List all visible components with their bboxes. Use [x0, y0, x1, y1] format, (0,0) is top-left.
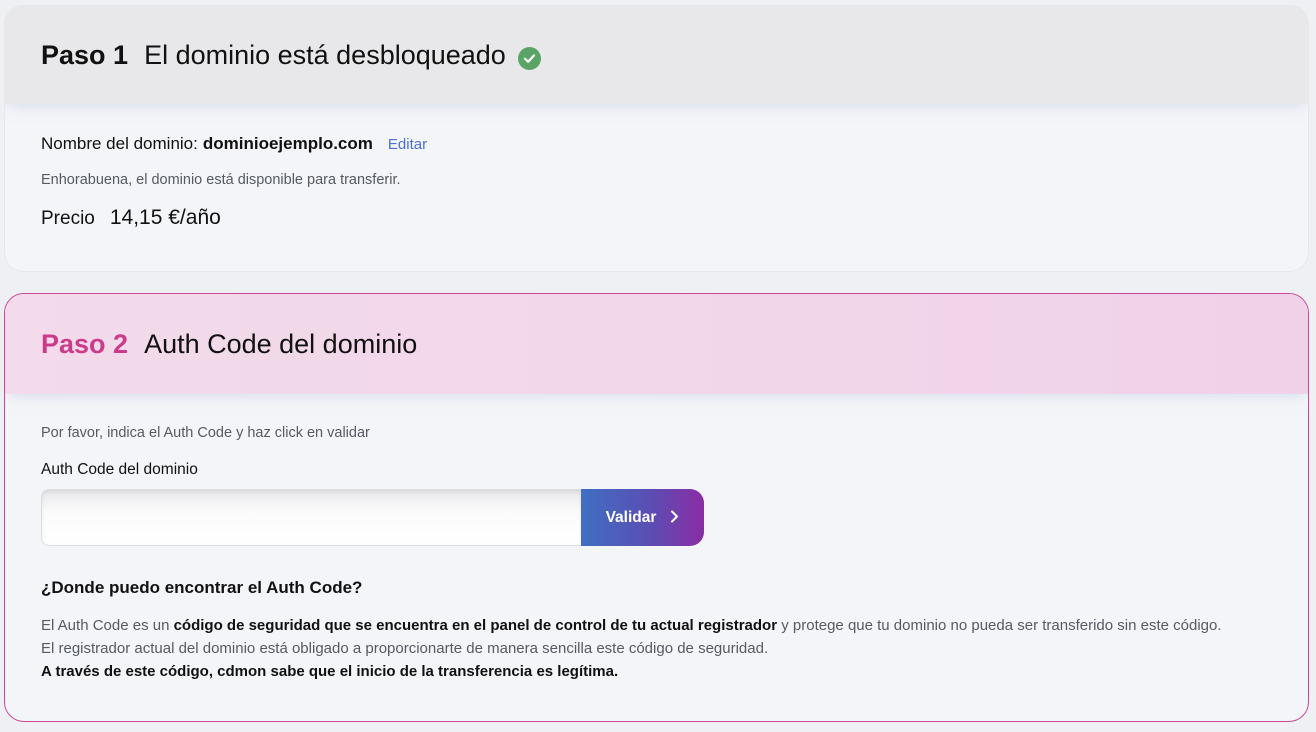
step2-card: Paso 2 Auth Code del dominio Por favor, … [4, 293, 1309, 722]
step2-header: Paso 2 Auth Code del dominio [5, 294, 1308, 394]
step1-card: Paso 1 El dominio está desbloqueado Nomb… [5, 6, 1308, 271]
step2-body: Por favor, indica el Auth Code y haz cli… [5, 394, 1308, 683]
help-title: ¿Donde puedo encontrar el Auth Code? [41, 578, 363, 597]
help-line1-part-c: y protege que tu dominio no pueda ser tr… [777, 617, 1222, 634]
step2-number: Paso 2 [41, 328, 129, 359]
help-line-3: A través de este código, cdmon sabe que … [41, 663, 619, 680]
availability-text: Enhorabuena, el dominio está disponible … [41, 172, 401, 188]
step1-title: El dominio está desbloqueado [144, 39, 506, 70]
check-mark-svg [523, 53, 535, 63]
domain-label: Nombre del dominio: [41, 134, 198, 153]
auth-code-row: Validar [41, 489, 704, 546]
auth-code-input[interactable] [41, 489, 581, 546]
validate-button[interactable]: Validar [581, 489, 704, 546]
auth-instruction: Por favor, indica el Auth Code y haz cli… [41, 425, 370, 441]
chevron-right-icon [670, 509, 679, 526]
step1-body: Nombre del dominio: dominioejemplo.com E… [5, 104, 1308, 230]
auth-code-label: Auth Code del dominio [41, 461, 198, 478]
price-value: 14,15 €/año [109, 206, 221, 229]
price-line: Precio 14,15 €/año [41, 206, 1272, 230]
domain-line: Nombre del dominio: dominioejemplo.com E… [41, 134, 1272, 154]
chevron-svg [671, 510, 679, 523]
help-line1-part-b: código de seguridad que se encuentra en … [173, 617, 778, 634]
check-circle-icon [517, 46, 541, 70]
domain-value: dominioejemplo.com [202, 134, 373, 153]
help-line-1: El Auth Code es un código de seguridad q… [41, 614, 1272, 637]
price-label: Precio [41, 208, 95, 229]
edit-domain-link[interactable]: Editar [388, 136, 427, 153]
help-line1-part-a: El Auth Code es un [41, 617, 174, 634]
step2-title: Auth Code del dominio [144, 328, 418, 359]
step1-number: Paso 1 [41, 39, 129, 70]
validate-label: Validar [605, 508, 657, 526]
page: Paso 1 El dominio está desbloqueado Nomb… [0, 0, 1316, 732]
step1-header: Paso 1 El dominio está desbloqueado [5, 6, 1308, 104]
help-line-2: El registrador actual del dominio está o… [41, 640, 769, 657]
help-text: El Auth Code es un código de seguridad q… [41, 614, 1272, 683]
